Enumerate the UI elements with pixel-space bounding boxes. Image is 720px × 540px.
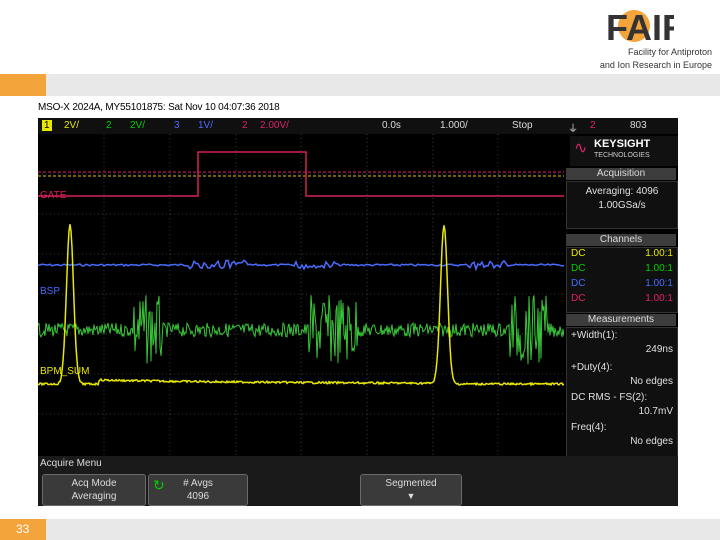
fair-subtitle: Facility for Antiproton and Ion Research… (599, 47, 712, 70)
channels-header[interactable]: Channels (566, 234, 676, 246)
ch4-indicator[interactable]: 2 (242, 120, 248, 131)
graticule (38, 134, 564, 456)
acq-mode-softkey[interactable]: Acq Mode Averaging (42, 474, 146, 506)
chevron-down-icon: ▼ (406, 491, 416, 501)
ch4-scale: 2.00V/ (260, 120, 289, 131)
keysight-logo: ∿ KEYSIGHT TECHNOLOGIES (570, 136, 678, 166)
ch2-scale: 2V/ (130, 120, 146, 131)
trigger-source: 2 (590, 120, 596, 131)
rotate-knob-icon: ↻ (153, 477, 165, 493)
ch3-scale: 1V/ (198, 120, 214, 131)
footer-band (0, 519, 720, 540)
ch2-indicator[interactable]: 2 (106, 120, 112, 131)
ch3-trace (38, 259, 564, 272)
scope-screenshot-title: MSO-X 2024A, MY55101875: Sat Nov 10 04:0… (38, 102, 280, 113)
header-accent (0, 74, 46, 96)
fair-logo: FAIR (606, 7, 674, 46)
ch1-indicator[interactable]: 1 (42, 120, 52, 131)
side-panel: ∿ KEYSIGHT TECHNOLOGIES Acquisition Aver… (566, 134, 678, 457)
timebase-readout: 1.000/ (440, 120, 468, 131)
menu-title: Acquire Menu (40, 458, 102, 469)
segmented-softkey[interactable]: Segmented ▼ (360, 474, 462, 506)
ch1-trace (38, 224, 564, 387)
bsp-label: BSP (40, 286, 60, 297)
avgs-softkey[interactable]: ↻ # Avgs 4096 (148, 474, 248, 506)
oscilloscope-screen: 1 2V/ 2 2V/ 3 1V/ 2 2.00V/ 0.0s 1.000/ S… (38, 118, 678, 506)
logo-text: FAIR (606, 7, 674, 46)
acquisition-box: Averaging: 4096 1.00GSa/s (566, 181, 678, 229)
run-state[interactable]: Stop (512, 120, 533, 131)
scope-topbar: 1 2V/ 2 2V/ 3 1V/ 2 2.00V/ 0.0s 1.000/ S… (38, 118, 678, 135)
gate-label: GATE (40, 190, 67, 201)
channels-box: DC 1.00:1 DC 1.00:1 DC 1.00:1 DC 1.00:1 (566, 247, 678, 313)
delay-readout: 0.0s (382, 120, 401, 131)
softkey-bar: Acquire Menu Acq Mode Averaging ↻ # Avgs… (38, 456, 678, 506)
keysight-wave-icon: ∿ (574, 140, 588, 157)
trigger-level: 803 (630, 120, 647, 131)
ch3-indicator[interactable]: 3 (174, 120, 180, 131)
acquisition-header[interactable]: Acquisition (566, 168, 676, 180)
measurements-header[interactable]: Measurements (566, 314, 676, 326)
waveform-plot: GATE BSP BPM_SUM (38, 134, 564, 456)
trigger-icon: ⏚ (568, 124, 578, 135)
header-band (0, 74, 720, 96)
ch2-trace (38, 295, 564, 365)
bpm-sum-label: BPM_SUM (40, 366, 89, 377)
ch1-scale: 2V/ (64, 120, 80, 131)
page-number: 33 (16, 522, 30, 536)
measurements-box: +Width(1): 249ns +Duty(4): No edges DC R… (566, 327, 678, 457)
